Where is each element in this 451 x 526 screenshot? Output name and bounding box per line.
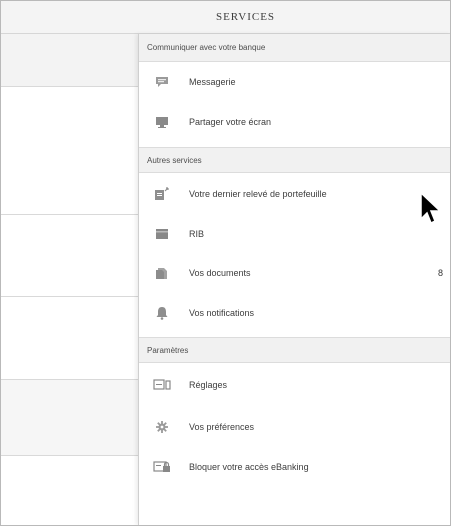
menu-item-reglages[interactable]: Réglages [139, 363, 450, 407]
background-row [1, 379, 138, 455]
screen-share-icon [153, 115, 171, 129]
section-header-other-services: Autres services [139, 147, 450, 173]
bell-icon [153, 306, 171, 320]
mouse-pointer-icon [420, 191, 442, 225]
section-header-settings: Paramètres [139, 337, 450, 363]
divider [1, 214, 138, 215]
section-header-communicate: Communiquer avec votre banque [139, 34, 450, 62]
menu-item-label: Vos notifications [189, 308, 255, 318]
menu-item-label: Réglages [189, 380, 228, 390]
gear-icon [153, 420, 171, 434]
menu-item-rib[interactable]: RIB [139, 215, 450, 253]
section-label: Paramètres [147, 345, 189, 355]
menu-item-messagerie[interactable]: Messagerie [139, 62, 450, 102]
card-icon [153, 227, 171, 241]
page-title: SERVICES [215, 11, 276, 23]
menu-item-share-screen[interactable]: Partager votre écran [139, 102, 450, 142]
menu-item-label: Partager votre écran [189, 117, 272, 127]
divider [1, 86, 138, 87]
settings-panel-icon [153, 378, 171, 392]
menu-item-label: Vos préférences [189, 422, 255, 432]
menu-item-label: Vos documents [189, 268, 251, 278]
divider [1, 296, 138, 297]
chat-icon [153, 75, 171, 89]
documents-count-badge: 8 [437, 268, 443, 278]
menu-item-label: Votre dernier relevé de portefeuille [189, 189, 327, 199]
menu-item-documents[interactable]: Vos documents 8 [139, 253, 450, 293]
menu-item-notifications[interactable]: Vos notifications [139, 293, 450, 333]
section-label: Autres services [147, 155, 202, 165]
section-label: Communiquer avec votre banque [147, 43, 266, 52]
lock-access-icon [153, 460, 171, 474]
divider [1, 455, 138, 456]
divider [1, 379, 138, 380]
background-row [1, 34, 138, 86]
documents-icon [153, 266, 171, 280]
menu-item-label: Messagerie [189, 77, 236, 87]
services-menu: Communiquer avec votre banque Messagerie… [138, 34, 450, 525]
menu-item-label: RIB [189, 229, 205, 239]
menu-item-portfolio-statement[interactable]: Votre dernier relevé de portefeuille [139, 173, 450, 215]
header-bar: SERVICES [1, 1, 450, 34]
statement-icon [153, 187, 171, 201]
menu-item-label: Bloquer votre accès eBanking [189, 462, 309, 472]
menu-item-preferences[interactable]: Vos préférences [139, 407, 450, 447]
app-window: SERVICES Communiquer avec votre banque M… [0, 0, 451, 526]
background-list [1, 34, 138, 525]
menu-item-block-access[interactable]: Bloquer votre accès eBanking [139, 447, 450, 487]
